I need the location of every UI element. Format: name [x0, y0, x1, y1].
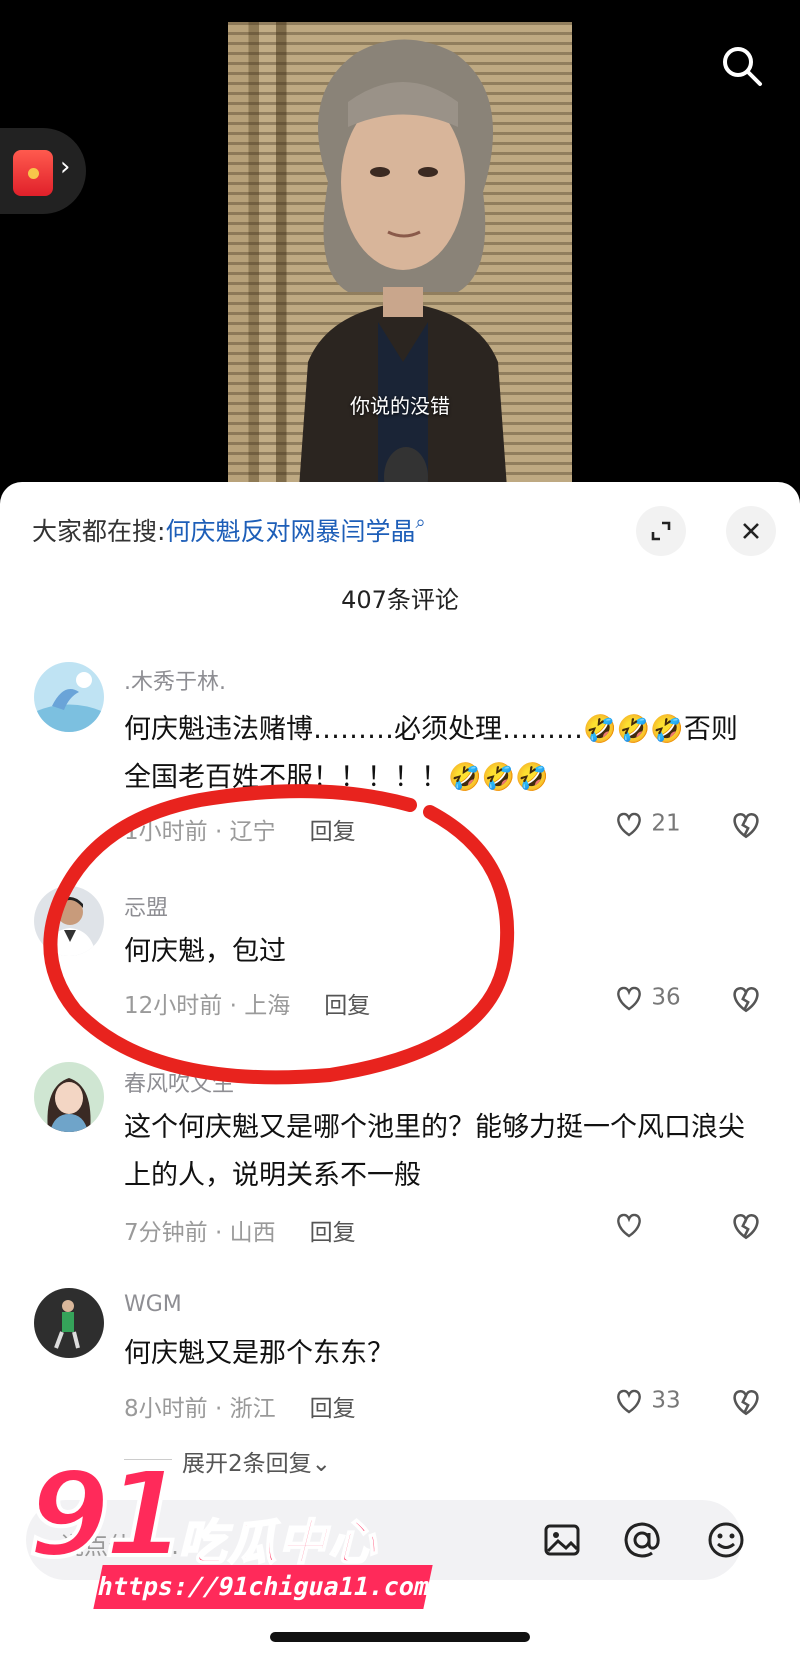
watermark-url: https://91chigua11.com	[93, 1565, 433, 1609]
watermark: 91 吃瓜中心 https://91chigua11.com	[26, 1445, 433, 1625]
annotation-circle	[43, 784, 515, 1085]
watermark-title: 吃瓜中心	[177, 1514, 379, 1572]
watermark-number: 91	[26, 1445, 188, 1583]
